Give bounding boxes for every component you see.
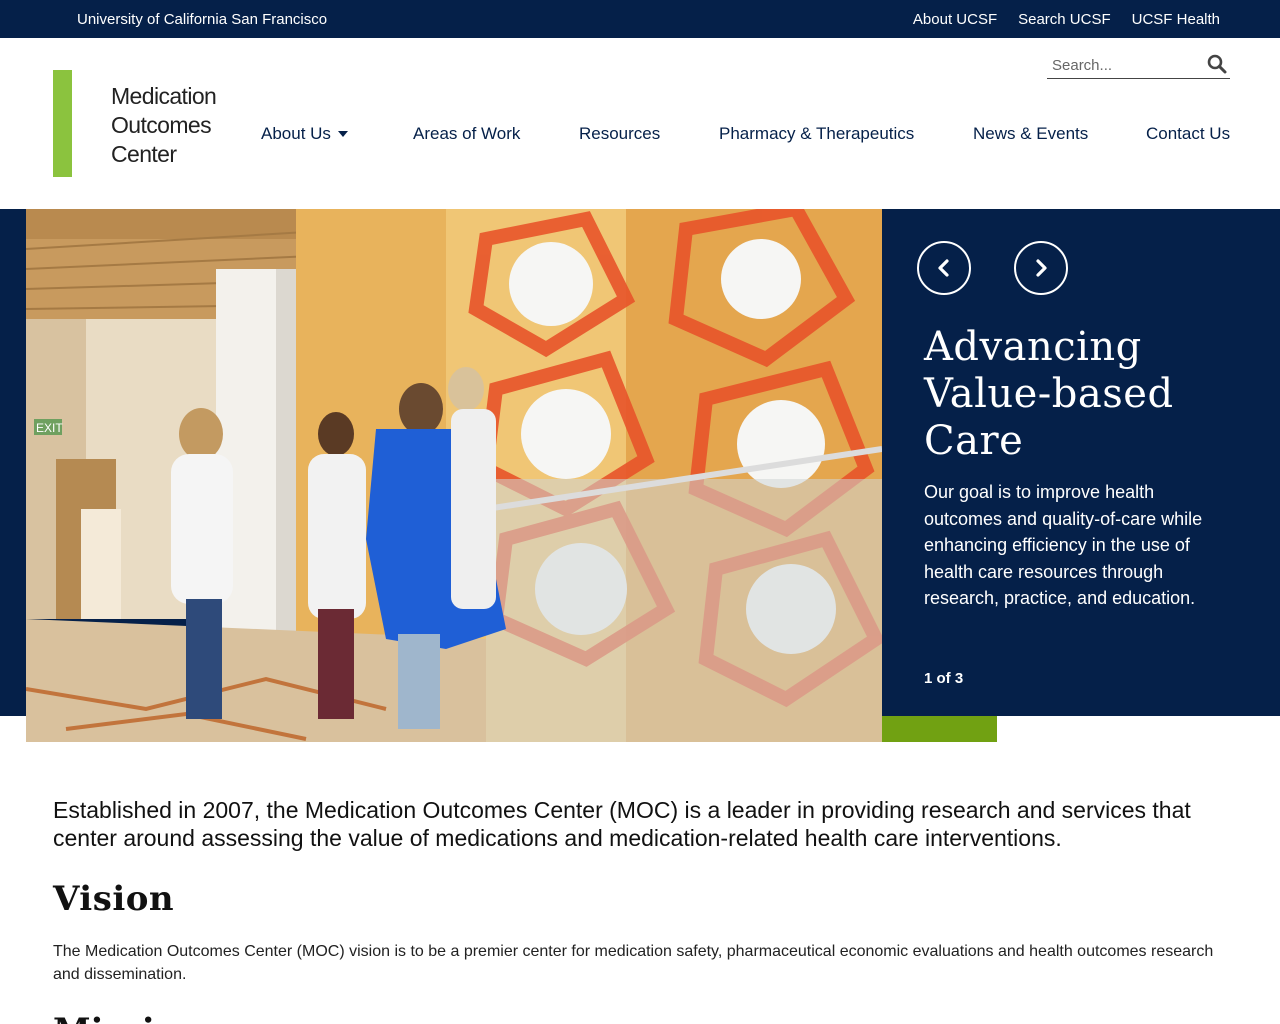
exit-sign: EXIT bbox=[36, 421, 63, 435]
main-nav: About Us Areas of Work Resources Pharmac… bbox=[0, 124, 1280, 148]
hero-photo-illustration: EXIT bbox=[26, 209, 882, 742]
nav-about-label: About Us bbox=[261, 124, 331, 143]
nav-item-news-events[interactable]: News & Events bbox=[973, 124, 1088, 144]
carousel-next-button[interactable] bbox=[1014, 241, 1068, 295]
site-header: Medication Outcomes Center About Us Area… bbox=[0, 38, 1280, 209]
utility-links: About UCSF Search UCSF UCSF Health bbox=[913, 11, 1220, 28]
hero-image: EXIT bbox=[26, 209, 882, 742]
vision-paragraph: The Medication Outcomes Center (MOC) vis… bbox=[53, 943, 1214, 983]
logo-line-1: Medication bbox=[111, 83, 217, 109]
carousel-prev-button[interactable] bbox=[917, 241, 971, 295]
mission-heading: Mission bbox=[53, 1010, 202, 1024]
hero-accent-bar bbox=[882, 716, 997, 742]
carousel-counter: 1 of 3 bbox=[924, 670, 964, 687]
search-icon[interactable] bbox=[1206, 53, 1228, 75]
search-box bbox=[1047, 52, 1230, 79]
about-ucsf-link[interactable]: About UCSF bbox=[913, 11, 997, 28]
vision-heading: Vision bbox=[53, 879, 175, 919]
chevron-right-icon bbox=[1036, 259, 1047, 277]
org-name-link[interactable]: University of California San Francisco bbox=[77, 11, 327, 28]
search-input[interactable] bbox=[1052, 54, 1202, 76]
nav-item-resources[interactable]: Resources bbox=[579, 124, 660, 144]
intro-paragraph: Established in 2007, the Medication Outc… bbox=[53, 797, 1191, 851]
hero-title: Advancing Value-based Care bbox=[924, 324, 1174, 464]
nav-item-areas-of-work[interactable]: Areas of Work bbox=[413, 124, 520, 144]
hero-description: Our goal is to improve health outcomes a… bbox=[924, 482, 1203, 609]
utility-bar: University of California San Francisco A… bbox=[0, 0, 1280, 38]
search-ucsf-link[interactable]: Search UCSF bbox=[1018, 11, 1111, 28]
ucsf-health-link[interactable]: UCSF Health bbox=[1132, 11, 1220, 28]
chevron-left-icon bbox=[938, 259, 949, 277]
caret-down-icon bbox=[337, 130, 348, 137]
nav-item-about-us[interactable]: About Us bbox=[261, 124, 348, 144]
nav-item-contact-us[interactable]: Contact Us bbox=[1146, 124, 1230, 144]
nav-item-pharmacy-therapeutics[interactable]: Pharmacy & Therapeutics bbox=[719, 124, 914, 144]
